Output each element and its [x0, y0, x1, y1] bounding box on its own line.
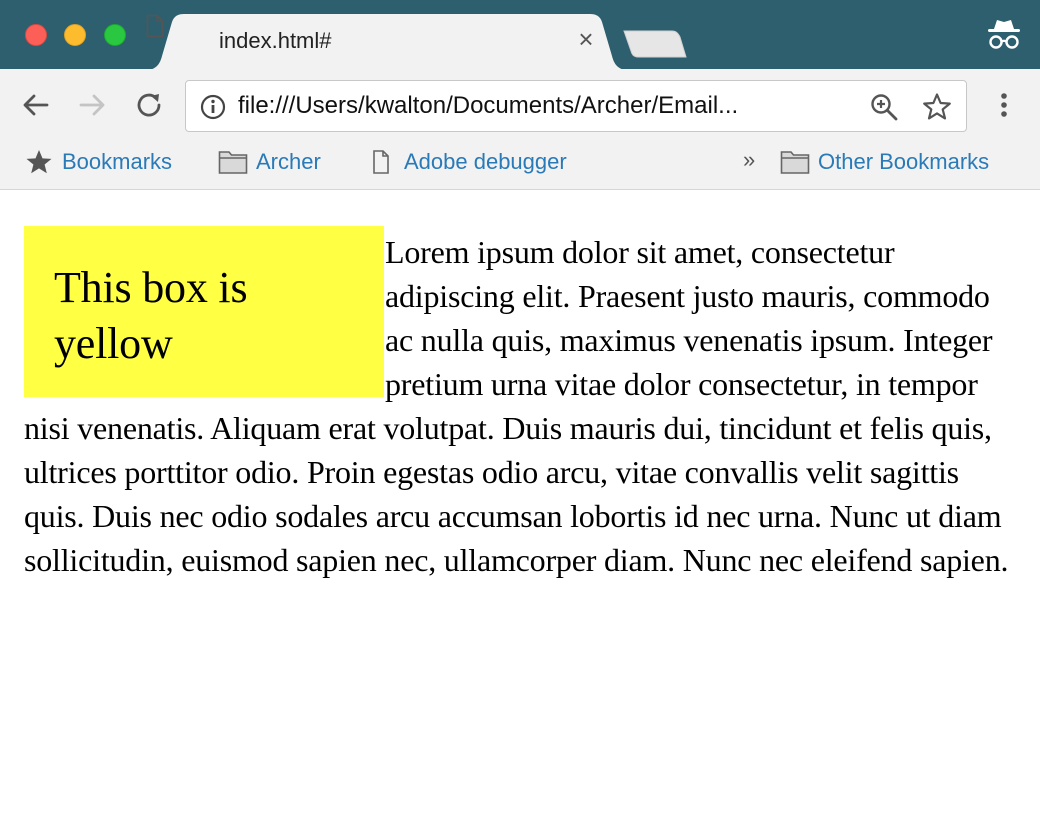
url-text: file:///Users/kwalton/Documents/Archer/E… — [238, 92, 739, 119]
close-window-button[interactable] — [25, 24, 47, 46]
file-icon — [146, 14, 164, 38]
info-icon[interactable] — [200, 94, 226, 120]
page-content: This box is yellow Lorem ipsum dolor sit… — [24, 226, 1020, 582]
yellow-box: This box is yellow — [24, 226, 384, 397]
bookmark-item-archer[interactable]: Archer — [218, 146, 321, 178]
tab-title: index.html# — [219, 28, 332, 53]
minimize-window-button[interactable] — [64, 24, 86, 46]
bookmark-label: Adobe debugger — [404, 149, 567, 174]
incognito-icon — [988, 20, 1020, 49]
forward-arrow-icon[interactable] — [76, 89, 108, 121]
bookmark-item-other-bookmarks[interactable]: Other Bookmarks — [780, 146, 989, 178]
zoom-window-button[interactable] — [104, 24, 126, 46]
star-icon — [26, 150, 52, 174]
address-bar[interactable]: file:///Users/kwalton/Documents/Archer/E… — [185, 80, 967, 132]
folder-icon — [218, 151, 248, 174]
reload-icon[interactable] — [133, 89, 165, 121]
kebab-menu-icon[interactable] — [990, 89, 1018, 121]
bookmark-label: Archer — [256, 149, 321, 174]
close-tab-icon[interactable]: × — [574, 26, 598, 52]
bookmark-label: Other Bookmarks — [818, 149, 990, 174]
bookmark-label: Bookmarks — [62, 149, 173, 174]
folder-icon — [780, 151, 810, 174]
tab-index-html[interactable]: index.html# × — [146, 14, 628, 70]
bookmarks-overflow-chevron[interactable]: » — [743, 147, 755, 173]
bookmarks-bar: Bookmarks Archer Adobe debugger » Other … — [0, 141, 1040, 190]
bookmark-item-adobe-debugger[interactable]: Adobe debugger — [366, 146, 567, 178]
window-titlebar: index.html# × — [0, 0, 1040, 70]
zoom-icon[interactable] — [870, 93, 898, 121]
bookmark-item-bookmarks[interactable]: Bookmarks — [24, 146, 172, 178]
back-arrow-icon[interactable] — [20, 89, 52, 121]
new-tab-button[interactable] — [622, 29, 688, 59]
file-icon — [373, 150, 389, 174]
star-icon[interactable] — [922, 92, 952, 122]
browser-toolbar: file:///Users/kwalton/Documents/Archer/E… — [0, 69, 1040, 141]
